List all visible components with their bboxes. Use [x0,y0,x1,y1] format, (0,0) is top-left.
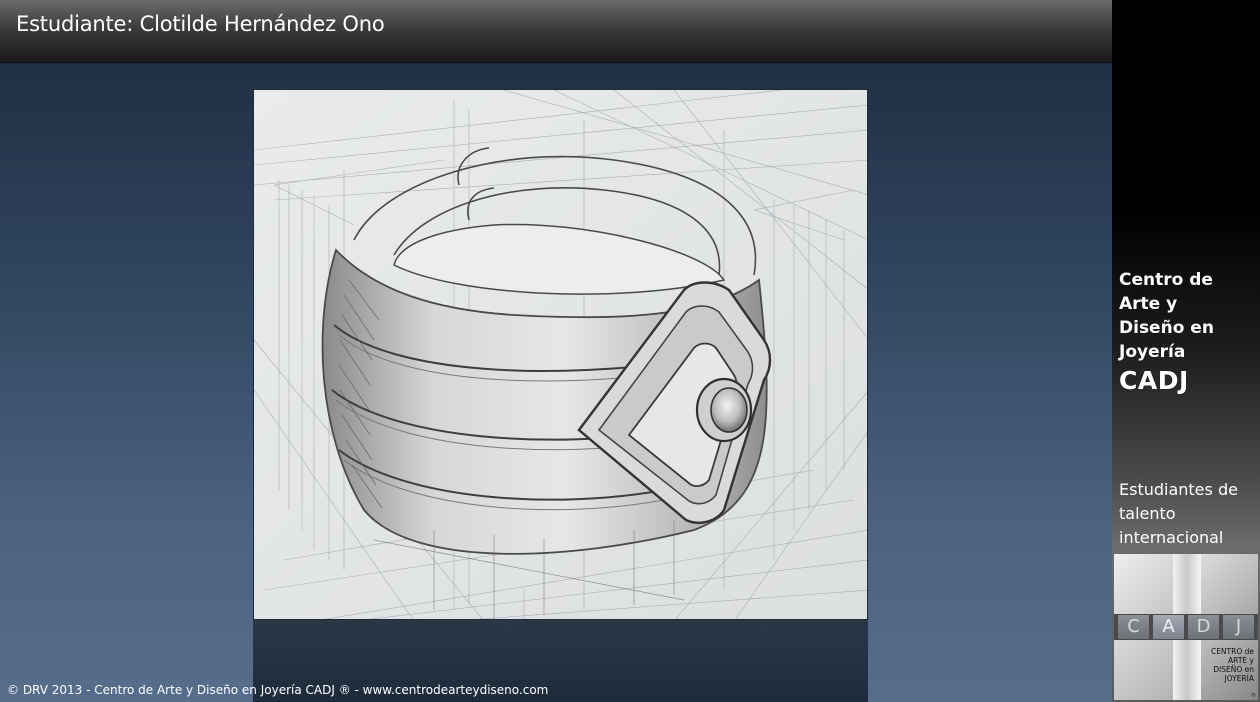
school-name-line: Arte y [1119,294,1178,314]
logo-panel [1114,554,1173,614]
copyright-footer: © DRV 2013 - Centro de Arte y Diseño en … [7,683,549,697]
logo-panel [1201,554,1258,614]
logo-text-line: DISEÑO en [1213,665,1254,674]
sketch-artwork [253,89,868,620]
school-name-line: Diseño en [1119,318,1214,338]
logo-letter: J [1223,615,1254,639]
school-name-line: Joyería [1119,342,1186,362]
tagline-line: internacional [1119,528,1224,547]
logo-letters: C A D J [1118,615,1254,639]
logo-letter: D [1188,615,1219,639]
title-bar: Estudiante: Clotilde Hernández Ono [0,0,1112,63]
logo-text-line: ARTE y [1228,656,1254,665]
cadj-logo: C A D J CENTRO de ARTE y DISEÑO en JOYER… [1114,554,1258,700]
logo-text-line: JOYERÍA [1224,674,1254,683]
slide-stage: Estudiante: Clotilde Hernández Ono © DRV… [0,0,1112,702]
tagline-line: talento [1119,504,1176,523]
school-name-line: Centro de [1119,270,1213,290]
logo-letter: C [1118,615,1149,639]
logo-panel [1114,640,1173,700]
pencil-sketch-ring-icon [254,90,867,619]
tagline-line: Estudiantes de [1119,480,1238,499]
student-title: Estudiante: Clotilde Hernández Ono [16,12,385,36]
school-abbreviation: CADJ [1119,366,1189,395]
logo-letter: A [1153,615,1184,639]
registered-mark: ® [1251,693,1256,699]
school-name: Centro de Arte y Diseño en Joyería [1119,268,1257,364]
logo-text-line: CENTRO de [1210,647,1254,656]
logo-school-name: CENTRO de ARTE y DISEÑO en JOYERÍA [1201,647,1257,683]
tagline: Estudiantes de talento internacional [1119,478,1259,550]
